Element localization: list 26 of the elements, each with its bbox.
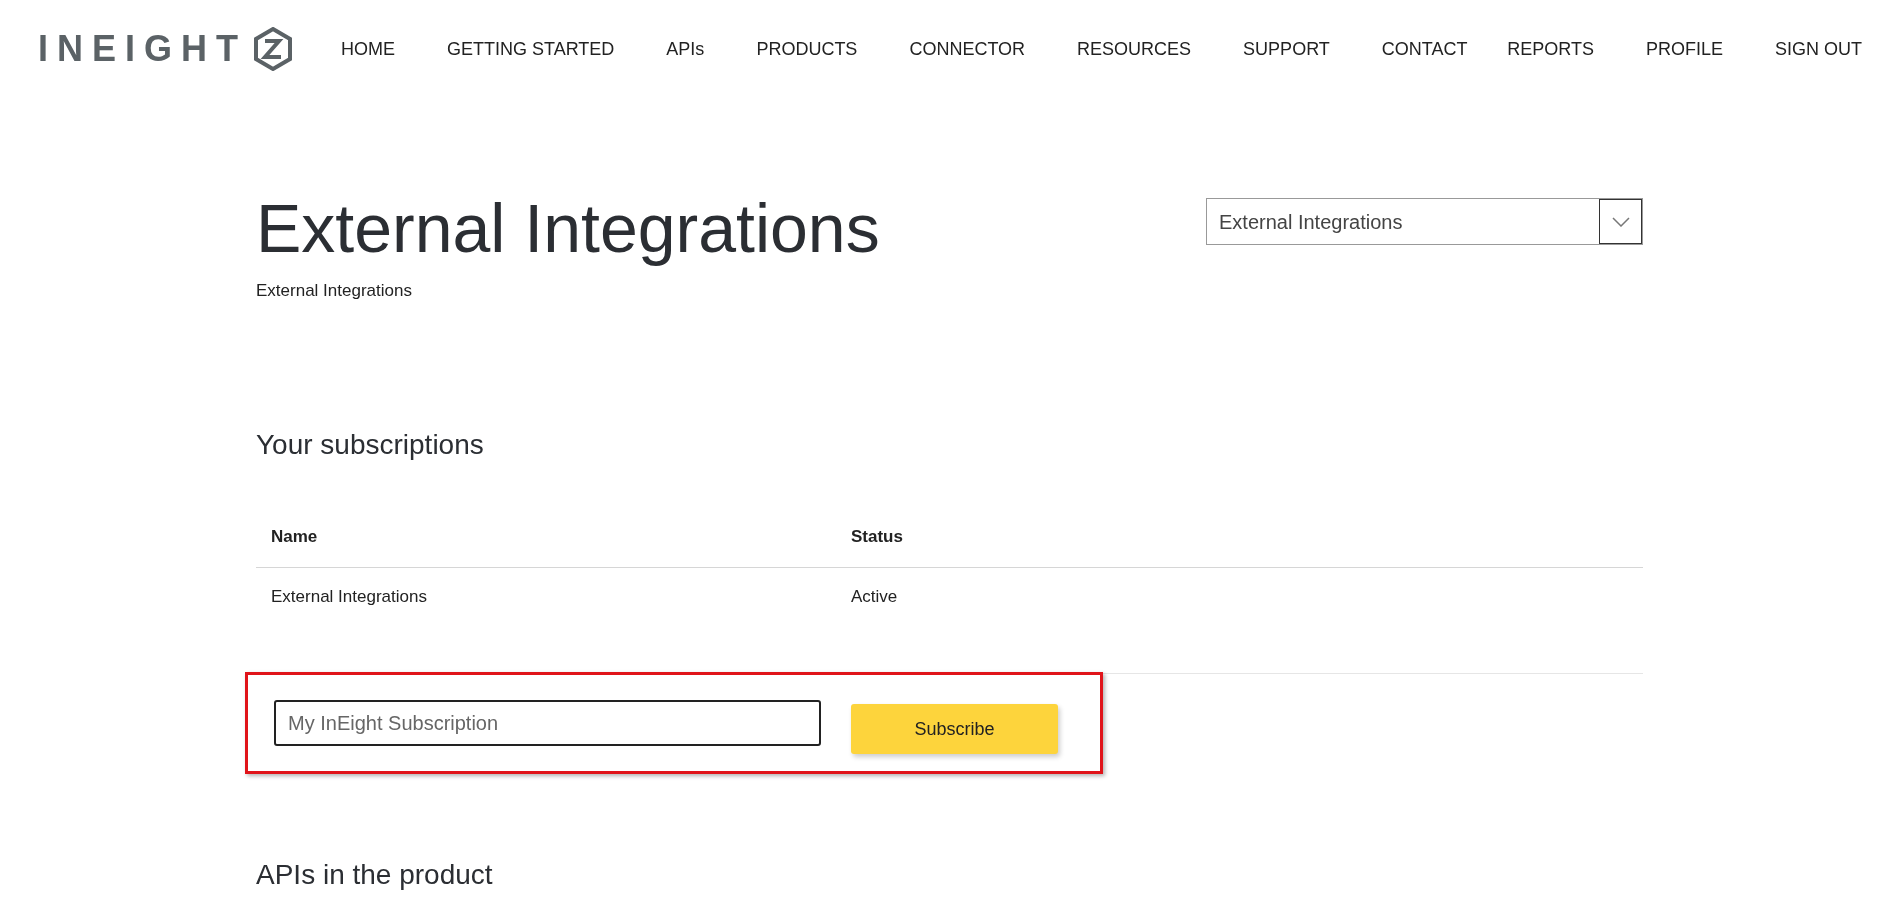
table-cell: Active xyxy=(836,567,1643,674)
column-header: Name xyxy=(256,505,836,568)
nav-link[interactable]: APIs xyxy=(666,35,705,63)
subscribe-button[interactable]: Subscribe xyxy=(851,704,1058,754)
product-dropdown[interactable]: External Integrations xyxy=(1206,198,1643,245)
section-heading: APIs in the product xyxy=(256,858,494,892)
nav-link[interactable]: SIGN OUT xyxy=(1775,35,1862,63)
nav-link[interactable]: REPORTS xyxy=(1507,35,1594,63)
section-heading: Your subscriptions xyxy=(256,427,485,462)
nav-link[interactable]: PRODUCTS xyxy=(756,35,858,63)
nav-link[interactable]: HOME xyxy=(341,35,395,63)
nav-link[interactable]: GETTING STARTED xyxy=(447,35,615,63)
nav-link[interactable]: PROFILE xyxy=(1645,35,1723,63)
nav-link[interactable]: CONTACT xyxy=(1381,35,1468,63)
nav-link[interactable]: SUPPORT xyxy=(1243,35,1330,63)
logo-icon xyxy=(253,27,293,71)
chevron-icon[interactable] xyxy=(1599,199,1642,244)
page-subtitle: External Integrations xyxy=(256,280,413,302)
nav-link[interactable]: CONNECTOR xyxy=(909,35,1026,63)
column-header: Status xyxy=(836,505,1643,568)
table-cell: External Integrations xyxy=(256,567,836,674)
page-title: External Integrations xyxy=(256,189,880,268)
subscription-name-field[interactable]: My InEight Subscription xyxy=(274,700,821,746)
dropdown-value: External Integrations xyxy=(1218,209,1404,235)
logo-wordmark: INEIGHT xyxy=(38,27,247,71)
nav-link[interactable]: RESOURCES xyxy=(1077,35,1192,63)
